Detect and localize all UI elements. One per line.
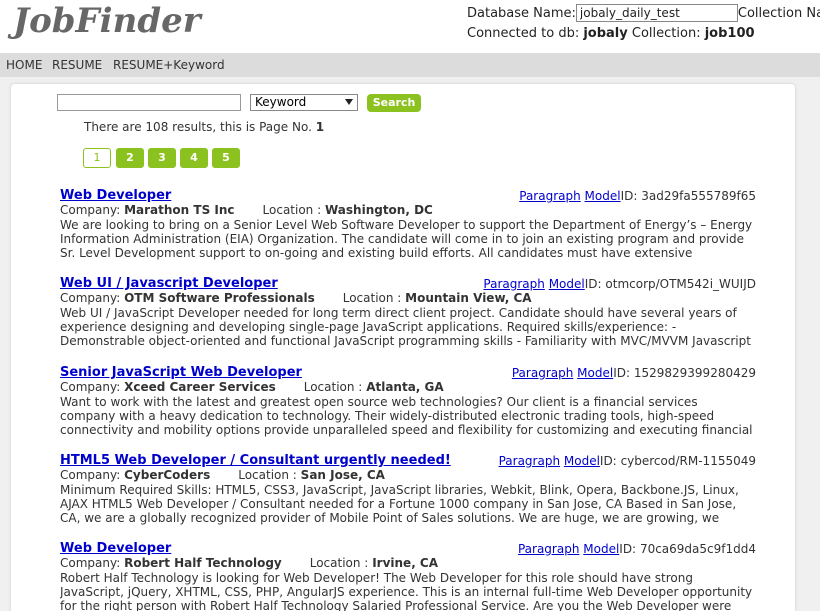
company-label: Company: xyxy=(60,291,121,305)
job-meta: Paragraph ModelID: 3ad29fa555789f65 xyxy=(519,189,756,203)
results-panel: Keyword Search There are 108 results, th… xyxy=(11,84,795,611)
job-title-link[interactable]: Web Developer xyxy=(60,188,171,203)
nav-resume[interactable]: RESUME xyxy=(52,58,102,72)
job-id: 1529829399280429 xyxy=(633,366,756,380)
results-count: 108 xyxy=(145,120,169,134)
company-name: Robert Half Technology xyxy=(124,556,282,570)
job-company-line: Company: Robert Half Technology Location … xyxy=(60,556,438,570)
page-button-1[interactable]: 1 xyxy=(83,148,111,168)
database-name-input[interactable] xyxy=(575,4,738,22)
location-label: Location : xyxy=(262,203,322,217)
job-description: We are looking to bring on a Senior Leve… xyxy=(60,218,753,260)
collection-text: Collection: xyxy=(631,26,701,41)
company-label: Company: xyxy=(60,468,121,482)
collection-value: job100 xyxy=(704,26,755,41)
company-label: Company: xyxy=(60,556,121,570)
collection-name-label: Collection Name xyxy=(737,5,820,21)
job-description: Minimum Required Skills: HTML5, CSS3, Ja… xyxy=(60,483,739,525)
job-meta: Paragraph ModelID: cybercod/RM-1155049 xyxy=(499,454,756,468)
header: JobFinder Database Name:Collection Name … xyxy=(0,0,820,53)
search-button[interactable]: Search xyxy=(367,94,421,112)
job-company-line: Company: CyberCoders Location : San Jose,… xyxy=(60,468,385,482)
paragraph-link[interactable]: Paragraph xyxy=(518,542,579,556)
page-button-2[interactable]: 2 xyxy=(116,148,144,168)
connected-label: Connected to db: xyxy=(467,26,580,41)
model-link[interactable]: Model xyxy=(585,189,621,203)
results-middle: results, this is Page No. xyxy=(172,120,312,134)
job-id-label: ID: xyxy=(613,366,631,380)
search-type-value: Keyword xyxy=(255,95,307,109)
paragraph-link[interactable]: Paragraph xyxy=(512,366,573,380)
job-id-label: ID: xyxy=(619,542,637,556)
job-description: Want to work with the latest and greates… xyxy=(60,395,753,437)
results-summary: There are 108 results, this is Page No. … xyxy=(84,120,324,134)
job-meta: Paragraph ModelID: 70ca69da5c9f1dd4 xyxy=(518,542,756,556)
location-value: Irvine, CA xyxy=(372,556,439,570)
location-label: Location : xyxy=(342,291,402,305)
page-button-5[interactable]: 5 xyxy=(212,148,240,168)
paragraph-link[interactable]: Paragraph xyxy=(483,277,544,291)
job-company-line: Company: Marathon TS Inc Location : Washi… xyxy=(60,203,433,217)
paragraph-link[interactable]: Paragraph xyxy=(499,454,560,468)
job-title-link[interactable]: HTML5 Web Developer / Consultant urgentl… xyxy=(60,453,451,468)
company-name: Marathon TS Inc xyxy=(124,203,235,217)
connection-status: Connected to db: jobaly Collection: job1… xyxy=(467,26,755,41)
job-company-line: Company: Xceed Career Services Location :… xyxy=(60,380,444,394)
navbar: HOME RESUME RESUME+Keyword xyxy=(0,53,820,77)
company-name: Xceed Career Services xyxy=(124,380,276,394)
nav-resume-keyword[interactable]: RESUME+Keyword xyxy=(113,58,225,72)
job-description: Robert Half Technology is looking for We… xyxy=(60,571,753,611)
job-meta: Paragraph ModelID: otmcorp/OTM542i_WUIJD xyxy=(483,277,756,291)
company-label: Company: xyxy=(60,203,121,217)
results-page: 1 xyxy=(315,120,325,134)
model-link[interactable]: Model xyxy=(564,454,600,468)
page-button-4[interactable]: 4 xyxy=(180,148,208,168)
location-value: Washington, DC xyxy=(324,203,433,217)
job-id: otmcorp/OTM542i_WUIJD xyxy=(605,277,756,291)
company-name: OTM Software Professionals xyxy=(124,291,315,305)
job-title-link[interactable]: Web UI / Javascript Developer xyxy=(60,276,278,291)
job-description: Web UI / JavaScript Developer needed for… xyxy=(60,306,751,348)
location-value: Mountain View, CA xyxy=(405,291,532,305)
location-value: San Jose, CA xyxy=(300,468,385,482)
job-title-link[interactable]: Senior JavaScript Web Developer xyxy=(60,365,302,380)
model-link[interactable]: Model xyxy=(583,542,619,556)
job-id: 70ca69da5c9f1dd4 xyxy=(639,542,756,556)
chevron-down-icon xyxy=(345,99,353,105)
job-id-label: ID: xyxy=(599,454,617,468)
job-id-label: ID: xyxy=(584,277,602,291)
job-id-label: ID: xyxy=(620,189,638,203)
company-name: CyberCoders xyxy=(124,468,211,482)
database-name-label: Database Name: xyxy=(467,5,576,21)
company-label: Company: xyxy=(60,380,121,394)
page-button-3[interactable]: 3 xyxy=(148,148,176,168)
location-value: Atlanta, GA xyxy=(366,380,444,394)
connected-db: jobaly xyxy=(583,26,628,41)
app-logo[interactable]: JobFinder xyxy=(13,1,201,41)
job-title-link[interactable]: Web Developer xyxy=(60,541,171,556)
search-input[interactable] xyxy=(57,94,241,111)
results-prefix: There are xyxy=(84,120,142,134)
nav-home[interactable]: HOME xyxy=(6,58,42,72)
search-type-select[interactable]: Keyword xyxy=(250,94,358,111)
job-meta: Paragraph ModelID: 1529829399280429 xyxy=(512,366,756,380)
location-label: Location : xyxy=(309,556,369,570)
job-id: cybercod/RM-1155049 xyxy=(620,454,756,468)
paragraph-link[interactable]: Paragraph xyxy=(519,189,580,203)
model-link[interactable]: Model xyxy=(577,366,613,380)
job-id: 3ad29fa555789f65 xyxy=(641,189,756,203)
job-company-line: Company: OTM Software Professionals Locat… xyxy=(60,291,532,305)
location-label: Location : xyxy=(238,468,297,482)
location-label: Location : xyxy=(303,380,363,394)
model-link[interactable]: Model xyxy=(549,277,585,291)
database-line: Database Name: Collection Name xyxy=(467,4,820,22)
